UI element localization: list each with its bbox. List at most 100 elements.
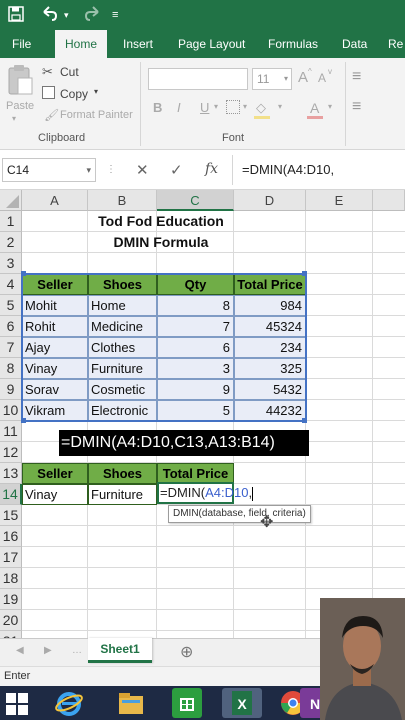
- row-header-15[interactable]: 15: [0, 505, 22, 526]
- table-data-cell[interactable]: 5: [157, 400, 234, 421]
- row-header-9[interactable]: 9: [0, 379, 22, 400]
- row-header-2[interactable]: 2: [0, 232, 22, 253]
- formula-input[interactable]: =DMIN(A4:D10,: [242, 162, 334, 177]
- row-header-10[interactable]: 10: [0, 400, 22, 421]
- borders-icon[interactable]: [226, 100, 240, 114]
- font-name-box[interactable]: [148, 68, 248, 90]
- tab-data[interactable]: Data: [342, 30, 367, 58]
- font-color-button[interactable]: A: [310, 100, 319, 116]
- table-data-cell[interactable]: 44232: [234, 400, 306, 421]
- table-data-cell[interactable]: 234: [234, 337, 306, 358]
- function-tooltip[interactable]: DMIN(database, field, criteria): [168, 505, 311, 523]
- add-sheet-icon[interactable]: ⊕: [180, 642, 193, 662]
- criteria-value-cell[interactable]: Vinay: [22, 484, 88, 505]
- table-header-cell[interactable]: Total Price: [234, 274, 306, 295]
- row-header-20[interactable]: 20: [0, 610, 22, 631]
- table-data-cell[interactable]: 8: [157, 295, 234, 316]
- format-painter-button[interactable]: Format Painter: [60, 109, 133, 121]
- table-data-cell[interactable]: 6: [157, 337, 234, 358]
- table-data-cell[interactable]: Ajay: [22, 337, 88, 358]
- excel-taskbar-icon[interactable]: X: [222, 688, 262, 718]
- paste-icon[interactable]: [6, 64, 34, 96]
- italic-button[interactable]: I: [177, 100, 181, 115]
- row-header-8[interactable]: 8: [0, 358, 22, 379]
- table-data-cell[interactable]: Clothes: [88, 337, 157, 358]
- bold-button[interactable]: B: [153, 100, 162, 115]
- file-explorer-icon[interactable]: [116, 688, 146, 718]
- range-resize-handle[interactable]: [21, 418, 26, 423]
- sheet-tab-sheet1[interactable]: Sheet1: [88, 638, 152, 663]
- font-color-dropdown-icon[interactable]: ▾: [328, 102, 332, 111]
- windows-start-icon[interactable]: [6, 693, 28, 715]
- fill-color-icon[interactable]: ◇: [256, 100, 266, 116]
- table-data-cell[interactable]: Electronic: [88, 400, 157, 421]
- criteria-header-cell[interactable]: Seller: [22, 463, 88, 484]
- insert-function-icon[interactable]: fx: [205, 161, 218, 177]
- tab-formulas[interactable]: Formulas: [268, 30, 318, 58]
- table-data-cell[interactable]: Medicine: [88, 316, 157, 337]
- underline-dropdown-icon[interactable]: ▾: [214, 102, 218, 111]
- table-data-cell[interactable]: Furniture: [88, 358, 157, 379]
- paste-button[interactable]: Paste: [6, 100, 34, 112]
- row-header-13[interactable]: 13: [0, 463, 22, 484]
- cut-button[interactable]: Cut: [60, 65, 79, 79]
- column-header-a[interactable]: A: [22, 190, 88, 211]
- more-sheets-icon[interactable]: …: [72, 645, 82, 656]
- row-header-11[interactable]: 11: [0, 421, 22, 442]
- tab-home[interactable]: Home: [55, 30, 108, 58]
- scroll-tabs-left-icon[interactable]: ◀: [16, 645, 24, 656]
- undo-dropdown-icon[interactable]: ▾: [64, 6, 69, 24]
- cancel-icon[interactable]: ✕: [136, 161, 149, 179]
- internet-explorer-icon[interactable]: [54, 688, 84, 718]
- scissors-icon[interactable]: ✂: [42, 64, 53, 80]
- table-data-cell[interactable]: Sorav: [22, 379, 88, 400]
- column-header-b[interactable]: B: [88, 190, 157, 211]
- font-size-box[interactable]: 11 ▾: [252, 68, 292, 90]
- customize-qat-icon[interactable]: ≡: [112, 6, 118, 24]
- criteria-header-cell[interactable]: Shoes: [88, 463, 157, 484]
- column-header-d[interactable]: D: [234, 190, 306, 211]
- row-header-14[interactable]: 14: [0, 484, 22, 505]
- scroll-tabs-right-icon[interactable]: ▶: [44, 645, 52, 656]
- table-header-cell[interactable]: Shoes: [88, 274, 157, 295]
- row-header-5[interactable]: 5: [0, 295, 22, 316]
- save-icon[interactable]: [8, 6, 24, 24]
- row-header-17[interactable]: 17: [0, 547, 22, 568]
- shrink-font-button[interactable]: A: [318, 71, 326, 85]
- tab-review[interactable]: Re: [388, 30, 403, 58]
- table-header-cell[interactable]: Seller: [22, 274, 88, 295]
- table-header-cell[interactable]: Qty: [157, 274, 234, 295]
- table-data-cell[interactable]: Vikram: [22, 400, 88, 421]
- criteria-value-cell[interactable]: Furniture: [88, 484, 157, 505]
- table-data-cell[interactable]: 984: [234, 295, 306, 316]
- row-header-18[interactable]: 18: [0, 568, 22, 589]
- paste-dropdown-icon[interactable]: ▾: [12, 114, 16, 123]
- tab-page-layout[interactable]: Page Layout: [178, 30, 245, 58]
- tab-file[interactable]: File: [12, 30, 31, 58]
- font-size-dropdown-icon[interactable]: ▾: [284, 69, 288, 89]
- worksheet-grid[interactable]: ABCDE 123456789101112131415161718192021 …: [0, 190, 405, 652]
- underline-button[interactable]: U: [200, 100, 209, 115]
- fill-color-dropdown-icon[interactable]: ▾: [278, 102, 282, 111]
- align-top-icon[interactable]: ≡: [352, 68, 361, 86]
- row-header-6[interactable]: 6: [0, 316, 22, 337]
- table-data-cell[interactable]: 45324: [234, 316, 306, 337]
- name-box-dropdown-icon[interactable]: ▾: [86, 159, 91, 181]
- copy-button[interactable]: Copy: [60, 87, 88, 101]
- table-data-cell[interactable]: Mohit: [22, 295, 88, 316]
- row-header-19[interactable]: 19: [0, 589, 22, 610]
- row-header-7[interactable]: 7: [0, 337, 22, 358]
- align-left-icon[interactable]: ≡: [352, 98, 361, 116]
- row-header-1[interactable]: 1: [0, 211, 22, 232]
- copy-icon[interactable]: [42, 86, 55, 99]
- table-data-cell[interactable]: 3: [157, 358, 234, 379]
- table-data-cell[interactable]: 325: [234, 358, 306, 379]
- column-header-e[interactable]: E: [306, 190, 373, 211]
- borders-dropdown-icon[interactable]: ▾: [243, 102, 247, 111]
- redo-icon[interactable]: [84, 6, 102, 24]
- enter-icon[interactable]: ✓: [170, 161, 183, 179]
- table-data-cell[interactable]: 9: [157, 379, 234, 400]
- row-header-3[interactable]: 3: [0, 253, 22, 274]
- table-data-cell[interactable]: Vinay: [22, 358, 88, 379]
- column-header-c[interactable]: C: [157, 190, 234, 211]
